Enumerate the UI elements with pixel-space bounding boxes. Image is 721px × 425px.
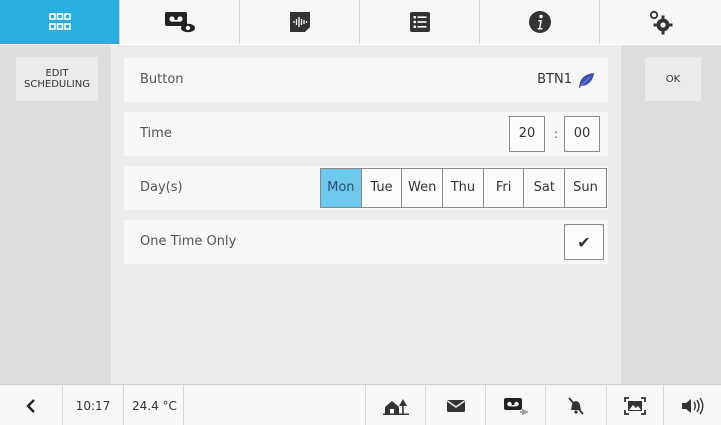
- clock-display: 10:17: [63, 385, 124, 425]
- checkmark-icon: ✔: [577, 232, 591, 252]
- one-time-row: One Time Only ✔: [124, 220, 608, 264]
- days-row: Day(s) Mon Tue Wen Thu Fri Sat Sun: [124, 166, 608, 210]
- home-icon: [382, 398, 409, 415]
- tab-home[interactable]: [0, 0, 120, 44]
- button-label: Button: [140, 72, 184, 87]
- photo-button[interactable]: [607, 385, 664, 425]
- button-value: BTN1: [537, 72, 572, 87]
- bottom-status-bar: 10:17 24.4 °C: [0, 384, 721, 425]
- voicemail-icon: [503, 397, 527, 415]
- one-time-checkbox[interactable]: ✔: [564, 224, 604, 260]
- schedule-form: Button BTN1 Time 20 : 00 Day(s) Mon Tue …: [111, 45, 621, 384]
- day-sat[interactable]: Sat: [524, 169, 566, 207]
- day-mon[interactable]: Mon: [321, 169, 362, 207]
- time-hour-field[interactable]: 20: [509, 116, 545, 152]
- button-row[interactable]: Button BTN1: [124, 58, 608, 102]
- tab-info[interactable]: [480, 0, 600, 44]
- edit-scheduling-title: EDIT SCHEDULING: [16, 57, 98, 101]
- tab-intercom-audio[interactable]: [240, 0, 360, 44]
- mail-button[interactable]: [426, 385, 486, 425]
- day-wen[interactable]: Wen: [402, 169, 444, 207]
- tab-settings[interactable]: [600, 0, 721, 44]
- back-button[interactable]: [0, 385, 63, 425]
- video-message-icon: [164, 12, 195, 33]
- ok-button[interactable]: OK: [645, 57, 701, 101]
- day-sun[interactable]: Sun: [565, 169, 606, 207]
- home-button[interactable]: [365, 385, 426, 425]
- one-time-label: One Time Only: [140, 234, 237, 249]
- day-fri[interactable]: Fri: [483, 169, 525, 207]
- time-row: Time 20 : 00: [124, 112, 608, 156]
- temperature-display: 24.4 °C: [124, 385, 184, 425]
- day-selector: Mon Tue Wen Thu Fri Sat Sun: [320, 168, 607, 208]
- day-thu[interactable]: Thu: [443, 169, 484, 207]
- photo-icon: [624, 396, 646, 415]
- left-panel: EDIT SCHEDULING: [0, 45, 111, 384]
- days-label: Day(s): [140, 180, 183, 195]
- tab-video-messages[interactable]: [120, 0, 240, 44]
- voicemail-button[interactable]: [486, 385, 546, 425]
- info-icon: [528, 11, 551, 33]
- grid-icon: [48, 13, 71, 30]
- leaf-icon: [578, 73, 594, 89]
- gears-icon: [649, 10, 672, 35]
- volume-button[interactable]: [664, 385, 721, 425]
- tab-list[interactable]: [360, 0, 480, 44]
- mute-bell-icon: [568, 396, 584, 415]
- list-icon: [409, 12, 430, 32]
- mute-ringer-button[interactable]: [546, 385, 607, 425]
- volume-icon: [681, 397, 703, 414]
- top-navigation-bar: [0, 0, 721, 44]
- day-tue[interactable]: Tue: [361, 169, 403, 207]
- time-minute-field[interactable]: 00: [564, 116, 600, 152]
- time-label: Time: [140, 126, 172, 141]
- mail-icon: [446, 399, 465, 412]
- right-panel: OK: [621, 45, 721, 384]
- chevron-left-icon: [26, 398, 35, 413]
- audio-wave-icon: [289, 12, 310, 32]
- time-separator: :: [553, 127, 559, 141]
